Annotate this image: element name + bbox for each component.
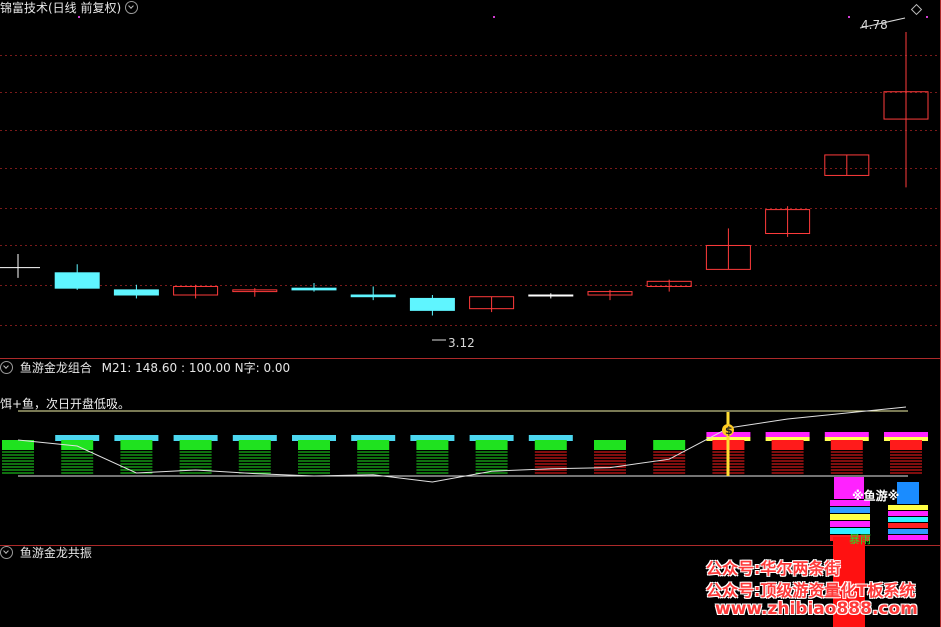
- marker-dot: [848, 16, 850, 18]
- signal-bar-top: [416, 440, 449, 450]
- candle-body: [409, 297, 455, 311]
- signal-cap: [884, 432, 928, 437]
- watermark-line-2: 公众号:顶级游资量化T板系统: [706, 581, 916, 600]
- stack-block: [888, 517, 928, 522]
- signal-bar-top: [890, 440, 922, 450]
- signal-bar-top: [830, 440, 863, 450]
- marker-dot: [493, 16, 495, 18]
- stack-block: [830, 507, 870, 513]
- candle-body: [291, 287, 337, 291]
- signal-bar-top: [594, 440, 626, 450]
- indicator-name: 鱼游金龙组合: [19, 361, 92, 375]
- fish-tag: ※鱼游※: [852, 489, 900, 503]
- marker-dot: [78, 16, 80, 18]
- candle-body: [350, 294, 396, 298]
- watermark-line-1: 公众号:华尔两条街: [706, 559, 841, 578]
- main-pane-title: 锦富技术(日线 前复权): [0, 1, 122, 15]
- fish-block: [897, 482, 919, 504]
- chart-stage: 锦富技术(日线 前复权) 4.78 3.12 鱼游金龙组合 M21: 148.6…: [0, 0, 941, 627]
- signal-bar-top: [475, 440, 508, 450]
- low-price-label: 3.12: [448, 336, 475, 350]
- stack-block: [888, 505, 928, 510]
- signal-bar-top: [653, 440, 686, 450]
- stack-block: [830, 514, 870, 520]
- indicator-note: 饵+鱼，次日开盘低吸。: [0, 397, 131, 411]
- watermark-line-3: www.zhibiao888.com: [715, 599, 918, 619]
- rain-tag: 暴雨: [849, 533, 871, 546]
- stack-block: [830, 521, 870, 527]
- third-pane-header[interactable]: 鱼游金龙共振: [0, 546, 92, 560]
- dollar-marker: $: [725, 424, 733, 437]
- chevron-down-icon[interactable]: [125, 1, 139, 14]
- corner-icon: [910, 3, 923, 16]
- signal-cap: [765, 432, 810, 437]
- high-price-label: 4.78: [861, 18, 888, 32]
- indicator-pane-header[interactable]: 鱼游金龙组合 M21: 148.60 : 100.00 N字: 0.00: [0, 361, 290, 375]
- chart-canvas[interactable]: [0, 0, 941, 627]
- signal-bar-top: [238, 440, 271, 450]
- candle-body: [528, 294, 574, 297]
- chevron-down-icon[interactable]: [0, 546, 13, 559]
- stack-block: [888, 511, 928, 516]
- signal-cap: [824, 432, 869, 437]
- signal-bar-top: [357, 440, 390, 450]
- main-pane-header[interactable]: 锦富技术(日线 前复权): [0, 1, 141, 15]
- signal-bar-top: [298, 440, 330, 450]
- stack-block: [888, 535, 928, 540]
- stack-block: [888, 529, 928, 534]
- signal-bar-top: [771, 440, 804, 450]
- chevron-down-icon[interactable]: [0, 361, 13, 374]
- candle-body: [113, 289, 159, 296]
- indicator-values: M21: 148.60 : 100.00 N字: 0.00: [101, 361, 291, 375]
- candle-body: [54, 272, 100, 289]
- signal-bar-top: [534, 440, 567, 450]
- marker-dot: [926, 16, 928, 18]
- stack-block: [888, 523, 928, 528]
- signal-bar-top: [179, 440, 212, 450]
- signal-bar-top: [120, 440, 153, 450]
- third-pane-name: 鱼游金龙共振: [19, 546, 92, 560]
